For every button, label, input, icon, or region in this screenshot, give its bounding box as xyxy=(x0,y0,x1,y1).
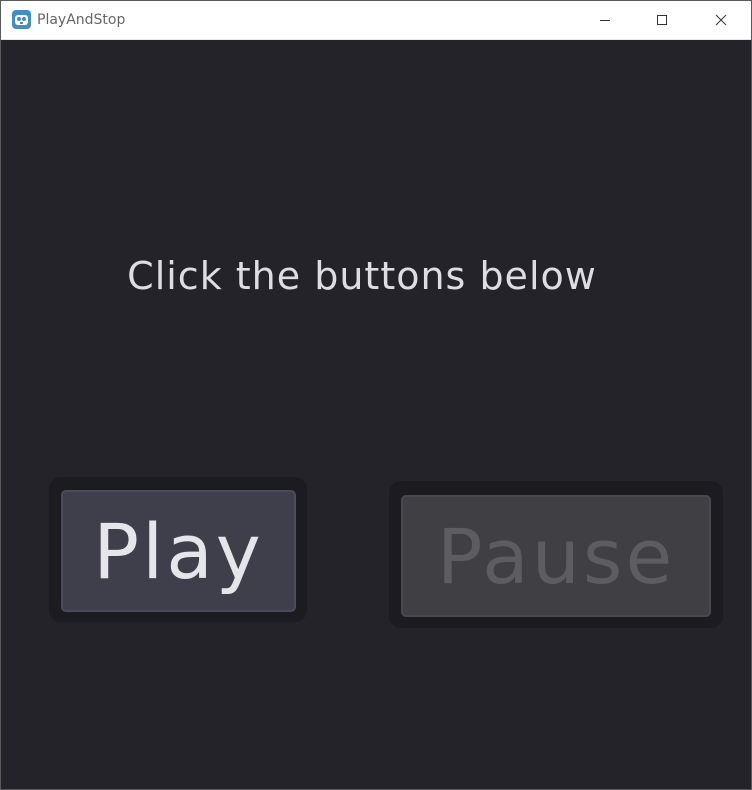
godot-engine-icon xyxy=(12,10,31,29)
application-window: PlayAndStop Click the buttons below Play… xyxy=(0,0,752,790)
pause-button[interactable]: Pause xyxy=(401,495,711,617)
maximize-button[interactable] xyxy=(634,1,690,39)
instruction-label: Click the buttons below xyxy=(127,254,597,298)
close-button[interactable] xyxy=(693,1,749,39)
close-icon xyxy=(715,11,727,30)
maximize-icon xyxy=(656,11,668,30)
title-bar[interactable]: PlayAndStop xyxy=(1,1,751,40)
play-button[interactable]: Play xyxy=(61,490,296,612)
window-title: PlayAndStop xyxy=(37,12,126,28)
minimize-button[interactable] xyxy=(577,1,633,39)
minimize-icon xyxy=(599,11,611,30)
game-viewport: Click the buttons below Play Pause xyxy=(1,40,751,789)
